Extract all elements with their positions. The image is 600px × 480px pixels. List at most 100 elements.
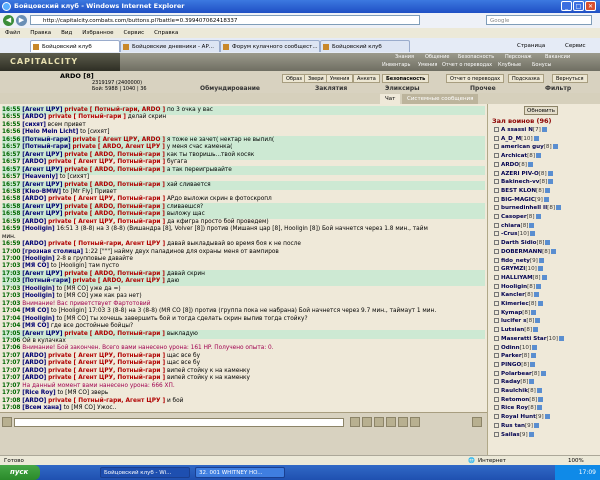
info-icon[interactable] <box>529 231 535 237</box>
player-name[interactable]: Parker <box>501 353 522 359</box>
player-list-item[interactable]: Bakinech-vv[8] <box>494 178 554 187</box>
btn-image[interactable]: Образ <box>282 74 306 83</box>
back-arrow-icon[interactable]: ◀ <box>3 15 14 26</box>
info-icon[interactable] <box>537 301 543 306</box>
chat-nick[interactable]: [Helo Mein Licht] <box>22 129 78 135</box>
menu-item[interactable]: Справка <box>149 28 183 38</box>
player-list-item[interactable]: Parker[8] <box>494 352 536 361</box>
info-icon[interactable] <box>543 196 549 202</box>
tab-combats-2[interactable]: Бойцовский клуб <box>320 40 410 52</box>
toplink[interactable]: Инвентарь <box>382 62 410 68</box>
player-list-item[interactable]: PINGO[8] <box>494 361 536 370</box>
toplink[interactable]: Умения <box>418 62 437 68</box>
player-name[interactable]: -Crus <box>501 231 518 237</box>
chat-nick[interactable]: [Heavenly] <box>22 174 58 180</box>
player-name[interactable]: Odinn <box>501 345 520 351</box>
exit-icon[interactable] <box>472 417 482 427</box>
player-name[interactable]: BIG-MAGIC <box>501 197 535 203</box>
player-name[interactable]: AZERI PIV-O <box>501 171 539 177</box>
player-name[interactable]: A ssassi N <box>501 127 533 133</box>
player-name[interactable]: Rice Roy <box>501 405 528 411</box>
private-icon[interactable] <box>494 335 499 341</box>
btn-hint[interactable]: Подсказка <box>508 74 544 83</box>
chat-nick[interactable]: [Агент ЦРУ] <box>22 182 62 188</box>
filter-icon[interactable] <box>374 417 384 427</box>
player-list-item[interactable]: Casoper[8] <box>494 213 541 222</box>
info-icon[interactable] <box>548 179 554 185</box>
info-icon[interactable] <box>541 274 547 280</box>
info-icon[interactable] <box>558 335 564 341</box>
player-name[interactable]: ARDO <box>501 162 519 168</box>
chat-nick[interactable]: [Агент ЦРУ] <box>22 271 62 277</box>
tools-menu-button[interactable]: Сервис <box>565 41 586 51</box>
info-icon[interactable] <box>527 161 533 167</box>
toplink[interactable]: Вакансии <box>545 54 570 60</box>
private-icon[interactable] <box>494 170 499 176</box>
tab-system-messages[interactable]: Системные сообщения <box>402 94 479 104</box>
chat-nick[interactable]: [МЯ СО] <box>22 323 49 329</box>
info-icon[interactable] <box>529 222 535 228</box>
menu-item[interactable]: Вид <box>56 28 77 38</box>
private-icon[interactable] <box>494 205 499 211</box>
player-name[interactable]: GRYMZI <box>501 266 525 272</box>
private-icon[interactable] <box>494 414 499 420</box>
chat-nick[interactable]: [Rice Roy] <box>22 390 55 396</box>
player-list-item[interactable]: Royal Hunt[9] <box>494 413 550 422</box>
tab-forum[interactable]: Форум кулачного сообщест... <box>220 40 320 52</box>
player-name[interactable]: Sailas <box>501 432 520 438</box>
chat-nick[interactable]: [ARDO] <box>22 398 46 404</box>
player-list-item[interactable]: Maseratti Star[10] <box>494 335 564 344</box>
player-name[interactable]: Rus tan <box>501 423 525 429</box>
private-icon[interactable] <box>494 127 499 132</box>
info-icon[interactable] <box>533 422 539 428</box>
player-list-item[interactable]: GRYMZI[10] <box>494 265 543 274</box>
player-name[interactable]: Raday <box>501 379 520 385</box>
player-list-item[interactable]: Odinn[10] <box>494 344 538 353</box>
player-list-item[interactable]: BEST KLON[8] <box>494 187 550 196</box>
private-icon[interactable] <box>494 231 499 237</box>
player-list-item[interactable]: Polarbear[8] <box>494 370 546 379</box>
player-name[interactable]: Bakinech-vv <box>501 179 539 185</box>
player-list-item[interactable]: Retomon[8] <box>494 396 544 405</box>
info-icon[interactable] <box>533 327 539 333</box>
info-icon[interactable] <box>551 248 556 254</box>
player-list-item[interactable]: DOBERMANN[8] <box>494 248 556 257</box>
info-icon[interactable] <box>544 414 550 420</box>
private-icon[interactable] <box>494 196 499 202</box>
player-name[interactable]: Royal Hunt <box>501 414 536 420</box>
info-icon[interactable] <box>532 344 538 350</box>
info-icon[interactable] <box>535 214 541 219</box>
page-menu-button[interactable]: Страница <box>517 41 545 51</box>
player-name[interactable]: Kancler <box>501 292 525 298</box>
player-list-item[interactable]: chiara[8] <box>494 222 535 231</box>
chat-nick[interactable]: [ARDO] <box>22 375 46 381</box>
settings-icon[interactable] <box>386 417 396 427</box>
player-name[interactable]: chiara <box>501 223 521 229</box>
chat-nick[interactable]: [ARDO] <box>22 368 46 374</box>
player-name[interactable]: Maseratti Star <box>501 336 546 342</box>
toplink[interactable]: Клубные <box>498 62 521 68</box>
player-name[interactable]: Lutsian <box>501 327 524 333</box>
menu-item[interactable]: Файл <box>0 28 25 38</box>
player-list-item[interactable]: HALLIYAM[8] <box>494 274 547 283</box>
menu-elixirs[interactable]: Эликсиры <box>385 85 420 93</box>
info-icon[interactable] <box>547 170 553 176</box>
player-list-item[interactable]: -Crus[10] <box>494 230 535 239</box>
chat-nick[interactable]: [Агент ЦРУ] <box>22 204 62 210</box>
chat-nick[interactable]: [Агент ЦРУ] <box>22 211 62 217</box>
chat-nick[interactable]: [Потный-гари] <box>22 137 70 143</box>
private-icon[interactable] <box>494 257 499 263</box>
info-icon[interactable] <box>544 187 550 193</box>
private-icon[interactable] <box>494 179 499 185</box>
private-icon[interactable] <box>494 144 499 150</box>
chat-nick[interactable]: [ARDO] <box>22 219 46 225</box>
player-name[interactable]: Hooligin <box>501 284 527 290</box>
private-icon[interactable] <box>494 396 499 402</box>
chat-nick[interactable]: [ARDO] <box>22 114 46 120</box>
chat-nick[interactable]: [Hooligin] <box>22 226 54 232</box>
private-icon[interactable] <box>494 187 499 193</box>
send-icon[interactable] <box>350 417 360 427</box>
chat-nick[interactable]: [ARDO] <box>22 196 46 202</box>
info-icon[interactable] <box>538 396 544 402</box>
player-name[interactable]: american guy <box>501 144 544 150</box>
